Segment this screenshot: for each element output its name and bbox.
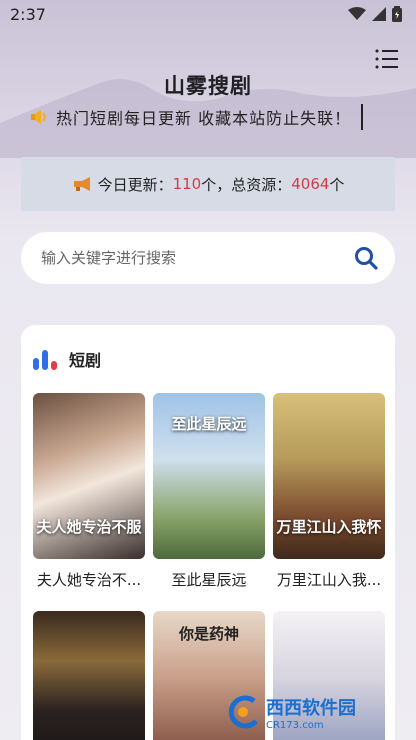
stats-suffix: 个 (329, 175, 345, 194)
bar-chart-icon (33, 350, 57, 370)
drama-title[interactable]: 夫人她专治不... (33, 569, 145, 590)
horn-icon (73, 177, 90, 191)
drama-title[interactable]: 万里江山入我... (273, 569, 385, 590)
poster-title: 至此星辰远 (171, 415, 247, 433)
drama-poster[interactable]: 万里江山入我怀 (273, 393, 385, 559)
watermark-logo: 西西软件园 CR173.com (224, 690, 396, 734)
site-title: 山雾搜剧 (164, 74, 252, 98)
section-title: 短剧 (69, 351, 102, 370)
drama-card[interactable] (33, 611, 145, 740)
site-logo-icon (228, 695, 258, 729)
stats-prefix: 今日更新： (97, 175, 173, 194)
watermark-sub: CR173.com (266, 719, 324, 731)
announcement-text: 热门短剧每日更新 收藏本站防止失联！ (56, 109, 352, 128)
status-time: 2:37 (10, 4, 46, 24)
stats-banner: 今日更新： 110 个，总资源： 4064 个 (21, 157, 395, 211)
text-cursor (361, 104, 364, 130)
search-input[interactable] (41, 249, 353, 267)
drama-card[interactable]: 至此星辰远 至此星辰远 (153, 393, 265, 590)
drama-card[interactable]: 夫人她专治不服 夫人她专治不... (33, 393, 145, 590)
drama-card[interactable]: 万里江山入我怀 万里江山入我... (273, 393, 385, 590)
poster-title: 你是药神 (178, 625, 239, 643)
announcement-marquee: 热门短剧每日更新 收藏本站防止失联！ (30, 104, 400, 130)
drama-poster[interactable]: 至此星辰远 (153, 393, 265, 559)
signal-icon (372, 7, 386, 21)
status-bar: 2:37 (0, 0, 416, 28)
wifi-icon (348, 7, 366, 20)
section-header: 短剧 (33, 347, 101, 371)
drama-title[interactable]: 至此星辰远 (153, 569, 265, 590)
poster-title: 万里江山入我怀 (276, 518, 382, 537)
menu-icon[interactable] (374, 46, 400, 72)
search-icon[interactable] (353, 245, 379, 271)
status-icons (348, 6, 402, 22)
stats-mid: 个，总资源： (201, 175, 292, 194)
battery-icon (392, 6, 402, 22)
search-bar (21, 232, 395, 284)
watermark-text: 西西软件园 (266, 697, 356, 719)
short-drama-section: 短剧 夫人她专治不服 夫人她专治不... 至此星辰远 至此星辰远 万里江山入我怀… (21, 325, 395, 740)
today-count: 110 (172, 175, 202, 193)
megaphone-icon (31, 110, 46, 124)
poster-title: 夫人她专治不服 (36, 518, 142, 537)
drama-poster[interactable] (33, 611, 145, 740)
total-count: 4064 (291, 175, 330, 193)
drama-poster[interactable]: 夫人她专治不服 (33, 393, 145, 559)
